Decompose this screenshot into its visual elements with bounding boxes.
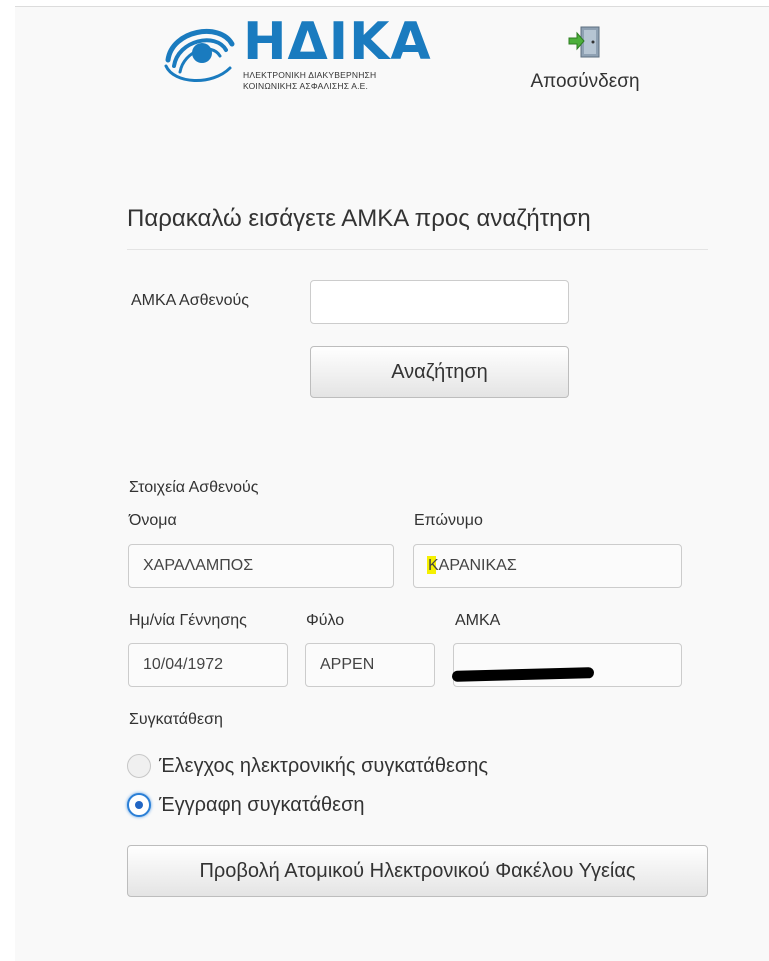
heading-divider <box>127 249 708 250</box>
radio-unchecked-icon[interactable] <box>127 754 151 778</box>
first-name-label: Όνομα <box>129 512 177 529</box>
amka-search-input[interactable] <box>310 280 569 324</box>
door-exit-icon <box>568 26 600 58</box>
swirl-logo-icon <box>164 29 235 82</box>
consent-option-written[interactable]: Έγγραφη συγκατάθεση <box>127 790 365 820</box>
logout-label: Αποσύνδεση <box>530 71 640 92</box>
patient-amka-label: ΑΜΚΑ <box>455 612 501 629</box>
last-name-value: ΚΑΡΑΝΙΚΑΣ <box>428 557 517 574</box>
logout-link[interactable]: Αποσύνδεση <box>517 24 653 93</box>
idika-logo: ΗΔΙΚΑ ΗΛΕΚΤΡΟΝΙΚΗ ΔΙΑΚΥΒΕΡΝΗΣΗ ΚΟΙΝΩΝΙΚΗ… <box>160 12 431 106</box>
consent-option-label: Έλεγχος ηλεκτρονικής συγκατάθεσης <box>159 754 489 777</box>
consent-title: Συγκατάθεση <box>129 711 223 728</box>
last-name-field[interactable]: ΚΑΡΑΝΙΚΑΣ <box>413 544 682 588</box>
patient-section-title: Στοιχεία Ασθενούς <box>129 479 259 496</box>
logo-subtitle: ΗΛΕΚΤΡΟΝΙΚΗ ΔΙΑΚΥΒΕΡΝΗΣΗ ΚΟΙΝΩΝΙΚΗΣ ΑΣΦΑ… <box>243 70 376 92</box>
consent-option-electronic[interactable]: Έλεγχος ηλεκτρονικής συγκατάθεσης <box>127 751 488 781</box>
dob-field[interactable]: 10/04/1972 <box>128 643 288 687</box>
dob-label: Ημ/νία Γέννησης <box>129 612 247 629</box>
logo-subtitle-line-2: ΚΟΙΝΩΝΙΚΗΣ ΑΣΦΑΛΙΣΗΣ Α.Ε. <box>243 81 369 91</box>
last-name-label: Επώνυμο <box>414 512 483 529</box>
consent-option-label: Έγγραφη συγκατάθεση <box>159 793 365 816</box>
sex-field[interactable]: ΑΡΡΕΝ <box>305 643 435 687</box>
logo-subtitle-line-1: ΗΛΕΚΤΡΟΝΙΚΗ ΔΙΑΚΥΒΕΡΝΗΣΗ <box>243 70 377 80</box>
sex-label: Φύλο <box>306 612 345 629</box>
amka-search-label: ΑΜΚΑ Ασθενούς <box>131 292 249 309</box>
search-heading: Παρακαλώ εισάγετε ΑΜΚΑ προς αναζήτηση <box>127 205 591 232</box>
view-health-record-button[interactable]: Προβολή Ατομικού Ηλεκτρονικού Φακέλου Υγ… <box>127 845 708 897</box>
radio-checked-icon[interactable] <box>127 793 151 817</box>
first-name-field[interactable]: ΧΑΡΑΛΑΜΠΟΣ <box>128 544 394 588</box>
search-button[interactable]: Αναζήτηση <box>310 346 569 398</box>
logo-wordmark: ΗΔΙΚΑ <box>243 12 432 72</box>
